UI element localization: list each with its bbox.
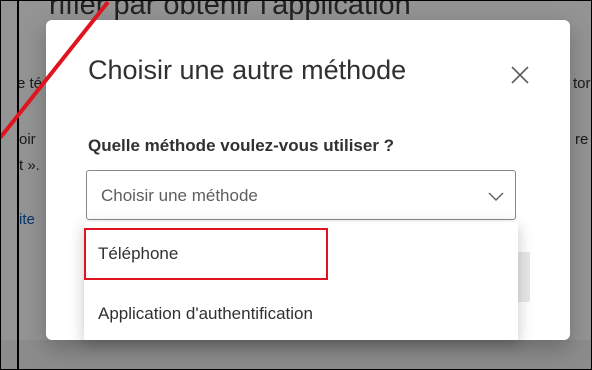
screenshot-frame [0, 0, 592, 370]
